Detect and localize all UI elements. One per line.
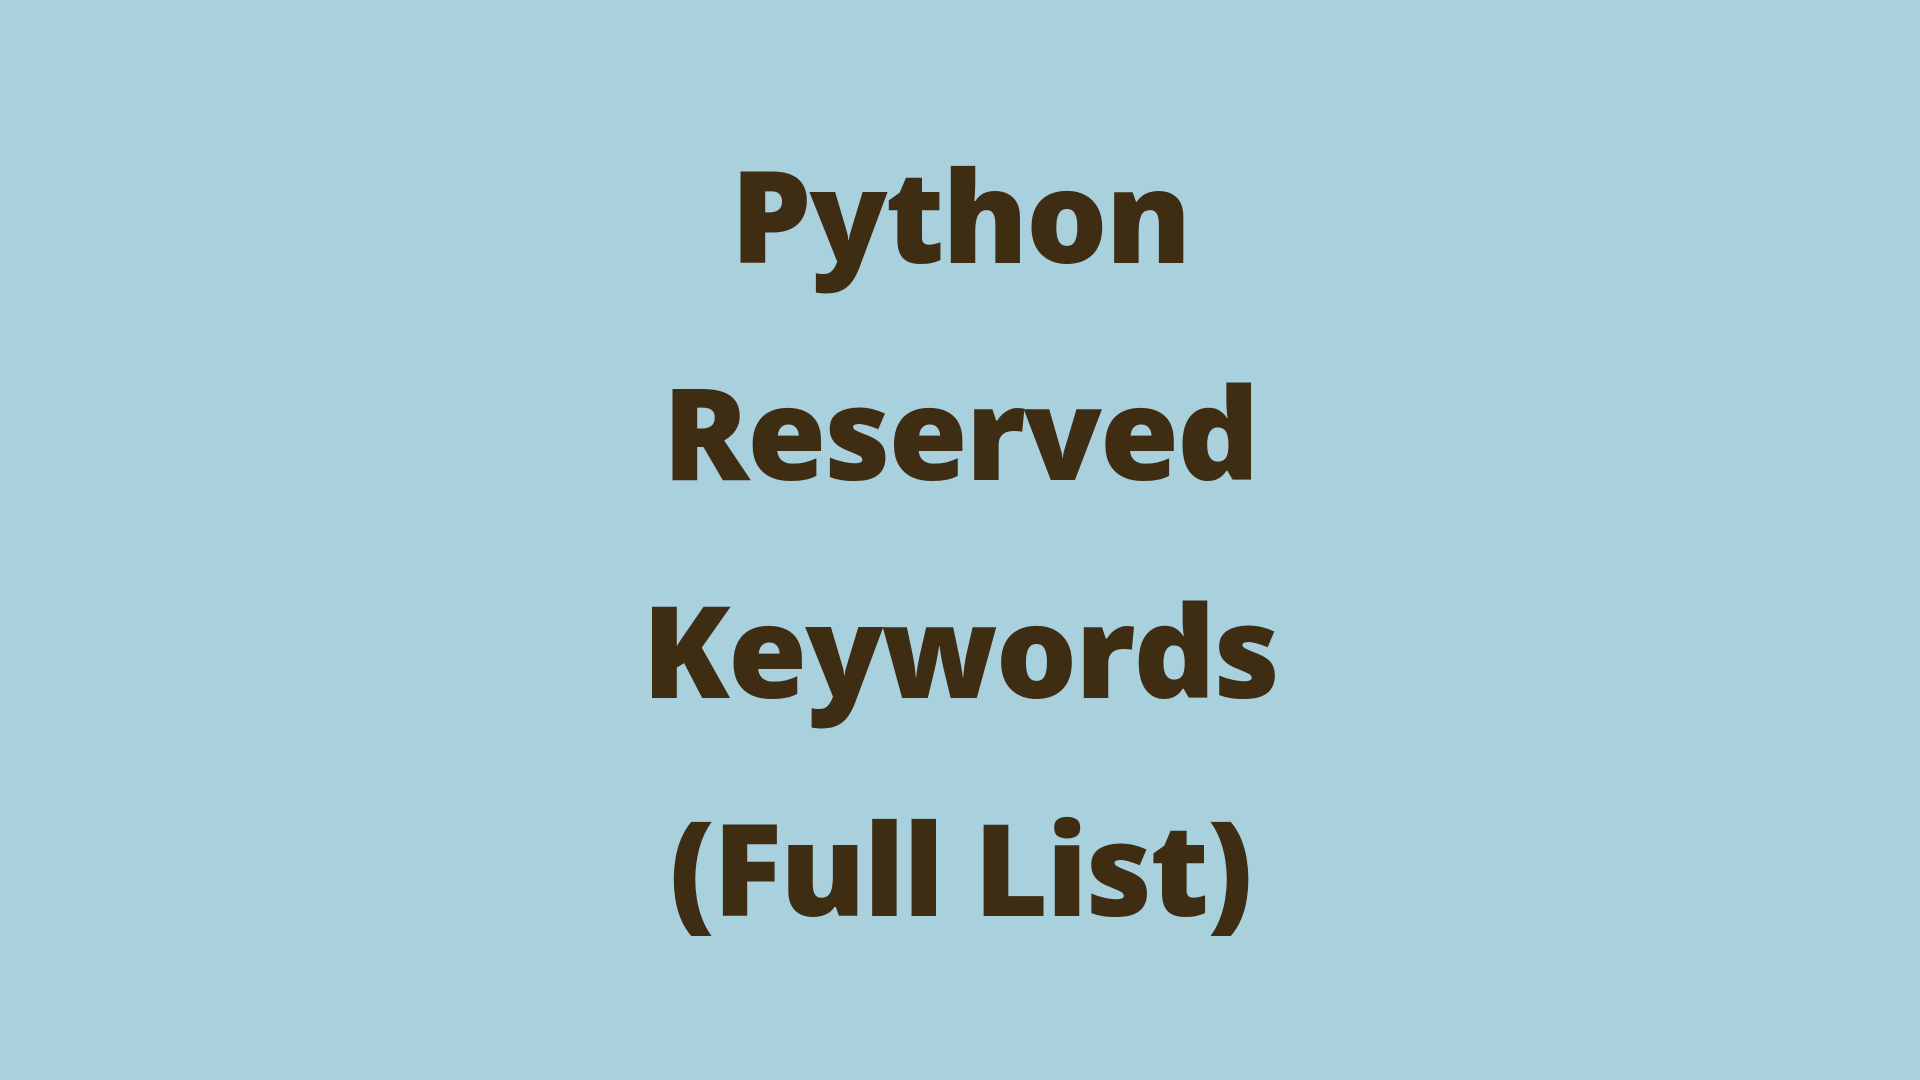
title-line-2: Reserved (642, 322, 1278, 540)
title-line-3: Keywords (642, 540, 1278, 758)
title-container: Python Reserved Keywords (Full List) (642, 105, 1278, 975)
title-line-4: (Full List) (642, 758, 1278, 976)
title-line-1: Python (642, 105, 1278, 323)
